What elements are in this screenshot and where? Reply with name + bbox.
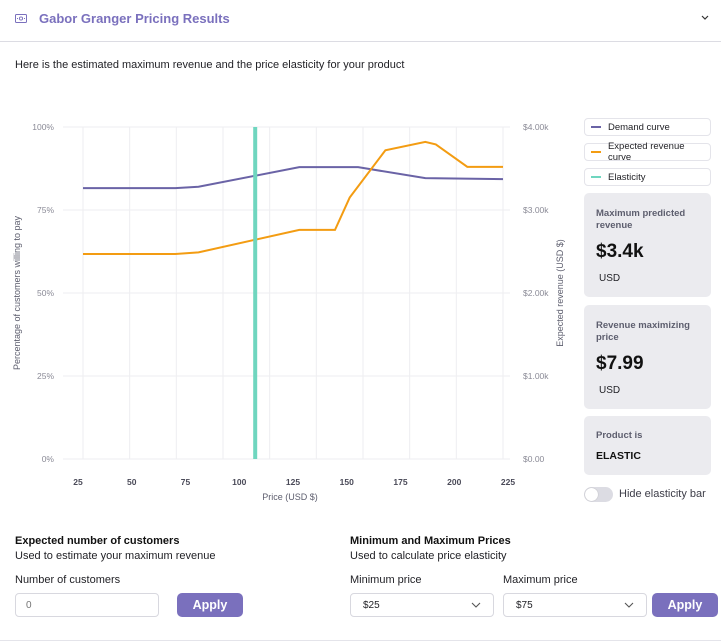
toggle-label: Hide elasticity bar [619, 488, 706, 500]
y-tick-label: 75% [37, 205, 54, 215]
intro-text: Here is the estimated maximum revenue an… [15, 59, 405, 71]
card-unit: USD [599, 385, 621, 396]
max-price-value: $75 [516, 599, 533, 611]
demand-curve-line [83, 166, 504, 190]
card-label: Product is [596, 430, 643, 441]
max-price-select[interactable]: $75 [503, 593, 647, 617]
card-value: $3.4k [596, 241, 644, 262]
prices-section-subtitle: Used to calculate price elasticity [350, 550, 507, 562]
y2-tick-label: $4.00k [523, 122, 549, 132]
legend-label: Expected revenue curve [607, 141, 685, 163]
chevron-down-icon [624, 602, 634, 608]
x-tick-label: 200 [447, 477, 461, 487]
customers-apply-button[interactable]: Apply [177, 593, 243, 617]
revenue-swatch-icon [591, 151, 601, 153]
x-tick-label: 175 [393, 477, 407, 487]
max-price-card: Revenue maximizing price $7.99 USD [584, 305, 711, 409]
min-price-label: Minimum price [350, 574, 422, 586]
card-label: Maximum predicted revenue [596, 208, 686, 231]
y-tick-label: 100% [32, 122, 54, 132]
y2-tick-label: $0.00 [523, 454, 545, 464]
y-tick-label: 0% [42, 454, 55, 464]
x-tick-label: 225 [501, 477, 515, 487]
pricing-chart: 0% 25% 50% 75% 100% $0.00 $1.00k $2.00k $3.00k $4… [12, 122, 565, 502]
y2-tick-label: $2.00k [523, 288, 549, 298]
customers-section-subtitle: Used to estimate your maximum revenue [15, 550, 216, 562]
card-label: Revenue maximizing price [596, 320, 690, 343]
toggle-knob [585, 488, 598, 501]
section-title: Gabor Granger Pricing Results [39, 11, 230, 26]
min-price-select[interactable]: $25 [350, 593, 494, 617]
y-axis-label: Percentage of customers willing to pay [12, 215, 22, 370]
elasticity-card: Product is ELASTIC [584, 416, 711, 475]
customers-field-label: Number of customers [15, 574, 121, 586]
y2-axis-label: Expected revenue (USD $) [555, 239, 565, 347]
y-tick-label: 50% [37, 288, 54, 298]
x-tick-label: 25 [73, 477, 83, 487]
legend-demand-curve[interactable]: Demand curve [584, 118, 711, 136]
chevron-down-icon[interactable] [700, 12, 710, 22]
legend-revenue-curve[interactable]: Expected revenue curve [584, 141, 711, 163]
card-value: $7.99 [596, 353, 644, 374]
prices-apply-button[interactable]: Apply [652, 593, 718, 617]
max-price-label: Maximum price [503, 574, 578, 586]
min-price-value: $25 [363, 599, 380, 611]
customers-input[interactable] [15, 593, 159, 617]
y-tick-label: 25% [37, 371, 54, 381]
elasticity-swatch-icon [591, 176, 601, 178]
x-tick-label: 100 [232, 477, 246, 487]
legend-label: Demand curve [608, 121, 670, 133]
demand-swatch-icon [591, 126, 601, 128]
hide-elasticity-toggle[interactable] [584, 487, 613, 502]
max-revenue-card: Maximum predicted revenue $3.4k USD [584, 193, 711, 297]
x-tick-label: 125 [286, 477, 300, 487]
x-tick-label: 50 [127, 477, 137, 487]
y2-tick-label: $3.00k [523, 205, 549, 215]
divider [0, 640, 721, 641]
revenue-curve-line [83, 140, 503, 255]
customers-section-title: Expected number of customers [15, 535, 180, 547]
prices-section-title: Minimum and Maximum Prices [350, 535, 511, 547]
x-axis-label: Price (USD $) [262, 492, 318, 502]
legend-label: Elasticity [608, 171, 646, 183]
card-unit: USD [599, 273, 621, 284]
elasticity-bar [253, 127, 258, 459]
x-tick-label: 150 [340, 477, 354, 487]
elasticity-status: ELASTIC [596, 450, 641, 462]
section-header[interactable]: Gabor Granger Pricing Results [0, 0, 721, 42]
x-tick-label: 75 [181, 477, 191, 487]
legend-elasticity[interactable]: Elasticity [584, 168, 711, 186]
money-icon [15, 14, 27, 23]
y2-tick-label: $1.00k [523, 371, 549, 381]
chevron-down-icon [471, 602, 481, 608]
